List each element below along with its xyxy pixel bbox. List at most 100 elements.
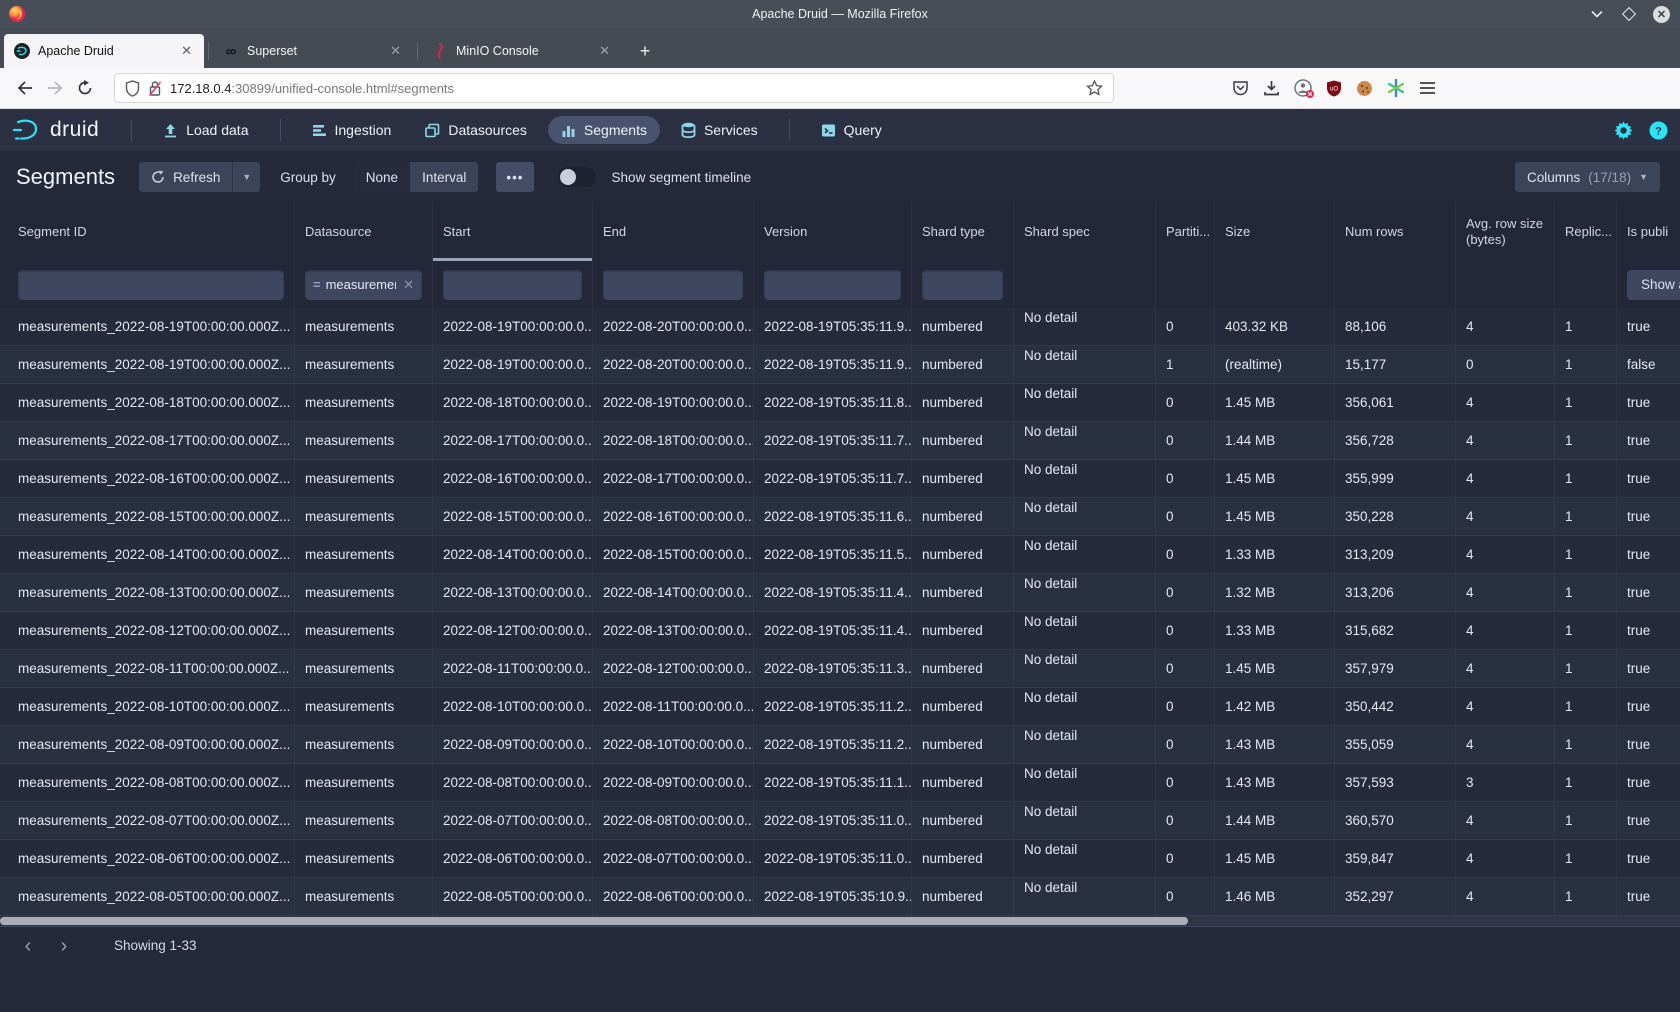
column-header-partition[interactable]: Partiti... bbox=[1156, 203, 1215, 261]
column-header-segment_id[interactable]: Segment ID bbox=[8, 203, 295, 261]
column-header-replication[interactable]: Replic... bbox=[1555, 203, 1617, 261]
table-row[interactable]: measurements_2022-08-13T00:00:00.000Z...… bbox=[0, 574, 1680, 612]
table-row[interactable]: measurements_2022-08-06T00:00:00.000Z...… bbox=[0, 840, 1680, 878]
filter-cell-is_published: Show all bbox=[1617, 261, 1680, 308]
tab-superset[interactable]: ∞ Superset ✕ bbox=[213, 34, 413, 68]
filter-input-datasource[interactable]: =measurements✕ bbox=[305, 270, 422, 300]
tab-close-icon[interactable]: ✕ bbox=[388, 43, 403, 59]
settings-gear-icon[interactable] bbox=[1614, 121, 1633, 140]
nav-item-segments[interactable]: Segments bbox=[548, 116, 660, 144]
cell-end: 2022-08-08T00:00:00.0... bbox=[593, 802, 754, 839]
column-header-start[interactable]: Start bbox=[433, 203, 593, 261]
cell-start: 2022-08-19T00:00:00.0... bbox=[433, 346, 593, 383]
filter-input-start[interactable] bbox=[443, 270, 582, 300]
filter-cell-start bbox=[433, 261, 593, 308]
cell-segment_id: measurements_2022-08-18T00:00:00.000Z... bbox=[8, 384, 295, 421]
new-tab-button[interactable]: + bbox=[632, 41, 658, 62]
downloads-icon[interactable] bbox=[1263, 80, 1280, 97]
group-by-interval-button[interactable]: Interval bbox=[410, 162, 478, 192]
window-close-icon[interactable]: ✕ bbox=[1653, 6, 1670, 23]
table-row[interactable]: measurements_2022-08-12T00:00:00.000Z...… bbox=[0, 612, 1680, 650]
window-minimize-icon[interactable] bbox=[1589, 6, 1605, 22]
table-row[interactable]: measurements_2022-08-17T00:00:00.000Z...… bbox=[0, 422, 1680, 460]
cell-replication: 1 bbox=[1555, 764, 1617, 801]
window-title: Apache Druid — Mozilla Firefox bbox=[0, 7, 1680, 21]
nav-item-services[interactable]: Services bbox=[668, 116, 771, 144]
hamburger-menu-icon[interactable] bbox=[1419, 81, 1436, 95]
column-header-size[interactable]: Size bbox=[1215, 203, 1335, 261]
reload-icon[interactable] bbox=[70, 73, 100, 103]
back-icon[interactable] bbox=[10, 73, 40, 103]
table-row[interactable]: measurements_2022-08-05T00:00:00.000Z...… bbox=[0, 878, 1680, 916]
group-by-none-button[interactable]: None bbox=[354, 162, 410, 192]
column-header-num_rows[interactable]: Num rows bbox=[1335, 203, 1456, 261]
table-row[interactable]: measurements_2022-08-07T00:00:00.000Z...… bbox=[0, 802, 1680, 840]
url-input[interactable]: 172.18.0.4:30899/unified-console.html#se… bbox=[114, 73, 1114, 103]
column-header-version[interactable]: Version bbox=[754, 203, 912, 261]
tab-close-icon[interactable]: ✕ bbox=[597, 43, 612, 59]
cell-size: 1.44 MB bbox=[1215, 802, 1335, 839]
asterisk-extension-icon[interactable] bbox=[1387, 79, 1405, 97]
column-header-avg_row_size[interactable]: Avg. row size (bytes) bbox=[1456, 203, 1555, 261]
column-header-datasource[interactable]: Datasource bbox=[295, 203, 433, 261]
filter-input-version[interactable] bbox=[764, 270, 901, 300]
insecure-lock-icon[interactable] bbox=[148, 80, 162, 97]
extension-disabled-icon[interactable] bbox=[1294, 79, 1312, 97]
cell-segment_id: measurements_2022-08-08T00:00:00.000Z... bbox=[8, 764, 295, 801]
ublock-origin-icon[interactable]: uO bbox=[1326, 80, 1342, 97]
cell-datasource: measurements bbox=[295, 878, 433, 915]
nav-item-load-data[interactable]: Load data bbox=[150, 116, 261, 144]
table-row[interactable]: measurements_2022-08-19T00:00:00.000Z...… bbox=[0, 308, 1680, 346]
horizontal-scrollbar[interactable] bbox=[0, 916, 1680, 926]
table-row[interactable]: measurements_2022-08-16T00:00:00.000Z...… bbox=[0, 460, 1680, 498]
cell-shard_spec: No detail bbox=[1014, 878, 1156, 915]
table-row[interactable]: measurements_2022-08-18T00:00:00.000Z...… bbox=[0, 384, 1680, 422]
tab-close-icon[interactable]: ✕ bbox=[179, 43, 194, 59]
published-filter-dropdown[interactable]: Show all bbox=[1627, 270, 1680, 300]
cell-version: 2022-08-19T05:35:11.9... bbox=[754, 308, 912, 345]
column-header-end[interactable]: End bbox=[593, 203, 754, 261]
next-page-icon[interactable]: › bbox=[50, 936, 78, 956]
segment-timeline-toggle[interactable] bbox=[558, 167, 596, 187]
druid-logo[interactable]: druid bbox=[12, 117, 99, 143]
refresh-button[interactable]: Refresh bbox=[139, 162, 232, 192]
tab-apache-druid[interactable]: Apache Druid ✕ bbox=[4, 34, 204, 68]
refresh-dropdown-button[interactable]: ▼ bbox=[232, 162, 260, 192]
cell-is_published: true bbox=[1617, 802, 1680, 839]
filter-input-end[interactable] bbox=[603, 270, 743, 300]
nav-item-ingestion[interactable]: Ingestion bbox=[299, 116, 405, 144]
column-header-shard_spec[interactable]: Shard spec bbox=[1014, 203, 1156, 261]
filter-input-shard_type[interactable] bbox=[922, 270, 1003, 300]
table-row[interactable]: measurements_2022-08-09T00:00:00.000Z...… bbox=[0, 726, 1680, 764]
table-row[interactable]: measurements_2022-08-19T00:00:00.000Z...… bbox=[0, 346, 1680, 384]
table-row[interactable]: measurements_2022-08-14T00:00:00.000Z...… bbox=[0, 536, 1680, 574]
window-maximize-icon[interactable] bbox=[1621, 6, 1637, 22]
cell-version: 2022-08-19T05:35:11.0... bbox=[754, 802, 912, 839]
pocket-icon[interactable] bbox=[1232, 80, 1249, 97]
bookmark-star-icon[interactable] bbox=[1086, 80, 1103, 96]
shield-icon[interactable] bbox=[125, 80, 140, 97]
table-row[interactable]: measurements_2022-08-10T00:00:00.000Z...… bbox=[0, 688, 1680, 726]
column-header-is_published[interactable]: Is publi bbox=[1617, 203, 1680, 261]
columns-button[interactable]: Columns (17/18) ▼ bbox=[1515, 162, 1660, 192]
filter-input-segment_id[interactable] bbox=[18, 270, 284, 300]
column-header-shard_type[interactable]: Shard type bbox=[912, 203, 1014, 261]
table-row[interactable]: measurements_2022-08-15T00:00:00.000Z...… bbox=[0, 498, 1680, 536]
cell-segment_id: measurements_2022-08-09T00:00:00.000Z... bbox=[8, 726, 295, 763]
forward-icon[interactable] bbox=[40, 73, 70, 103]
table-row[interactable]: measurements_2022-08-08T00:00:00.000Z...… bbox=[0, 764, 1680, 802]
prev-page-icon[interactable]: ‹ bbox=[14, 936, 42, 956]
cell-replication: 1 bbox=[1555, 802, 1617, 839]
nav-item-query[interactable]: Query bbox=[808, 116, 895, 144]
cell-datasource: measurements bbox=[295, 422, 433, 459]
tab-minio-console[interactable]: MinIO Console ✕ bbox=[422, 34, 622, 68]
more-options-button[interactable]: ••• bbox=[496, 162, 533, 192]
table-row[interactable]: measurements_2022-08-11T00:00:00.000Z...… bbox=[0, 650, 1680, 688]
scrollbar-thumb[interactable] bbox=[0, 917, 1188, 925]
segments-view-header: Segments Refresh ▼ Group by None Interva… bbox=[0, 151, 1680, 203]
clear-filter-icon[interactable]: ✕ bbox=[403, 277, 414, 293]
cookie-icon[interactable] bbox=[1356, 80, 1373, 97]
help-icon[interactable]: ? bbox=[1649, 121, 1668, 140]
nav-item-datasources[interactable]: Datasources bbox=[412, 116, 540, 144]
cell-end: 2022-08-16T00:00:00.0... bbox=[593, 498, 754, 535]
